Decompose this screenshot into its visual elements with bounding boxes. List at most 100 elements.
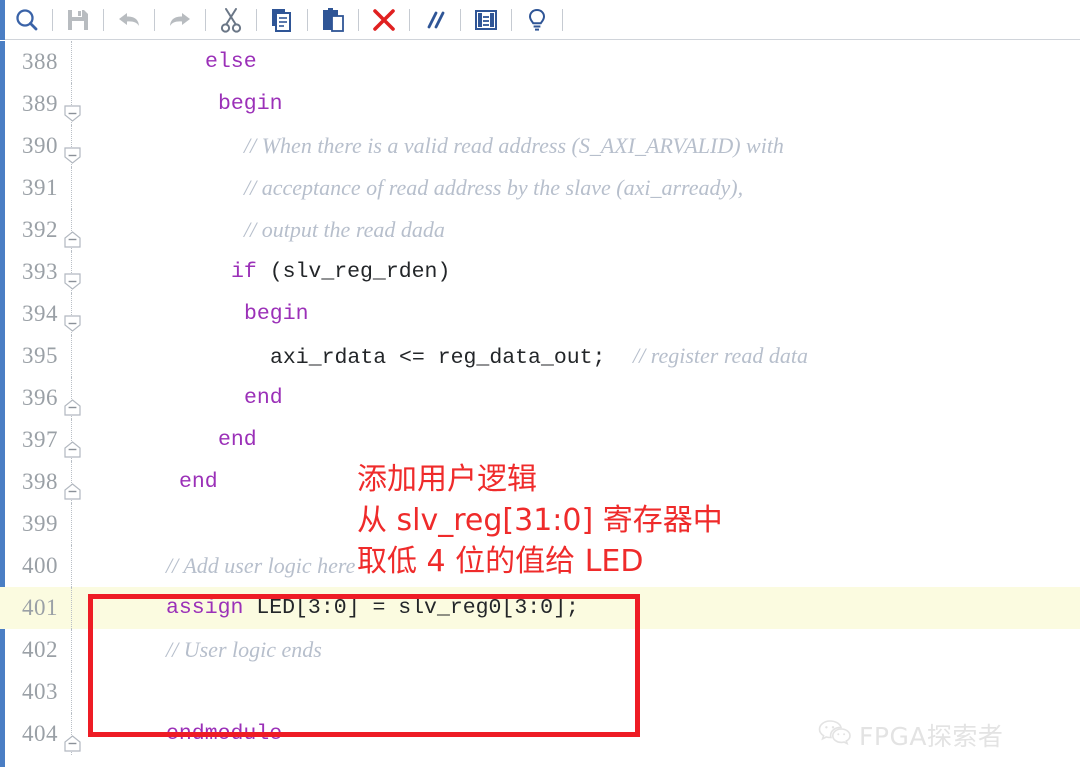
toolbar-separator [154, 8, 155, 31]
save-icon [66, 8, 90, 32]
code-line[interactable]: 392 // output the read dada [0, 209, 1080, 251]
code-token-cmt: // acceptance of read address by the sla… [244, 175, 744, 200]
indent-guide [71, 167, 72, 209]
code-editor-pane[interactable]: 388 else 389 begin 390 // When there is a val… [0, 41, 1080, 767]
code-token-kw: end [179, 470, 218, 494]
indent-guide [71, 503, 72, 545]
line-number: 394 [22, 301, 58, 326]
code-line[interactable]: 393 if (slv_reg_rden) [0, 251, 1080, 293]
fold-end-icon[interactable] [64, 222, 81, 248]
redo-button[interactable] [158, 2, 202, 38]
code-text: end [244, 377, 283, 419]
code-line[interactable]: 391 // acceptance of read address by the … [0, 167, 1080, 209]
toolbar-separator [562, 8, 563, 31]
undo-icon [116, 9, 142, 31]
code-text: // acceptance of read address by the sla… [244, 167, 743, 211]
copy-button[interactable] [260, 2, 304, 38]
show-columns-button[interactable] [464, 2, 508, 38]
close-icon [371, 7, 397, 33]
search-icon [14, 7, 40, 33]
line-number: 398 [22, 469, 58, 494]
toolbar-separator [205, 8, 206, 31]
code-token-cmt: // User logic ends [166, 637, 322, 662]
code-editor-window: 388 else 389 begin 390 // When there is a val… [0, 0, 1080, 767]
fold-end-icon[interactable] [64, 390, 81, 416]
code-text: // output the read dada [244, 209, 445, 253]
line-number: 392 [22, 217, 58, 242]
toolbar-separator [103, 8, 104, 31]
code-line[interactable]: 389 begin [0, 83, 1080, 125]
code-line[interactable]: 390 // When there is a valid read address… [0, 125, 1080, 167]
toolbar-separator [358, 8, 359, 31]
code-line[interactable]: 404 endmodule [0, 713, 1080, 755]
code-token-cmt: // output the read dada [244, 217, 445, 242]
code-token-kw: assign [166, 596, 244, 620]
line-number: 401 [22, 595, 58, 620]
code-text: begin [244, 293, 309, 335]
cut-button[interactable] [209, 2, 253, 38]
indent-guide [71, 545, 72, 587]
paste-button[interactable] [311, 2, 355, 38]
code-line[interactable]: 396 end [0, 377, 1080, 419]
indent-guide [71, 587, 72, 629]
code-text: begin [218, 83, 283, 125]
code-line[interactable]: 395 axi_rdata <= reg_data_out; // registe… [0, 335, 1080, 377]
search-button[interactable] [5, 2, 49, 38]
code-text: else [205, 41, 257, 83]
indent-guide [71, 629, 72, 671]
fold-end-icon[interactable] [64, 474, 81, 500]
code-token-kw: begin [244, 302, 309, 326]
toggle-comment-button[interactable] [413, 2, 457, 38]
toolbar-separator [307, 8, 308, 31]
copy-icon [270, 7, 294, 33]
indent-guide [71, 41, 72, 83]
code-line[interactable]: 397 end [0, 419, 1080, 461]
code-text: endmodule [166, 713, 282, 755]
code-text: end [179, 461, 218, 503]
indent-guide [71, 335, 72, 377]
code-token-cmt: // register read data [605, 343, 808, 368]
redo-icon [167, 9, 193, 31]
line-number: 403 [22, 679, 58, 704]
code-token-kw: end [244, 386, 283, 410]
code-line[interactable]: 403 [0, 671, 1080, 713]
fold-end-icon[interactable] [64, 432, 81, 458]
line-number: 391 [22, 175, 58, 200]
toolbar-separator [511, 8, 512, 31]
code-lines-container[interactable]: 388 else 389 begin 390 // When there is a val… [0, 41, 1080, 755]
hints-button[interactable] [515, 2, 559, 38]
columns-icon [474, 8, 498, 32]
code-text: // When there is a valid read address (S… [244, 125, 784, 169]
code-line[interactable]: 388 else [0, 41, 1080, 83]
save-button[interactable] [56, 2, 100, 38]
fold-start-icon[interactable] [64, 264, 81, 290]
undo-button[interactable] [107, 2, 151, 38]
fold-start-icon[interactable] [64, 138, 81, 164]
comment-slashes-icon [422, 8, 448, 32]
code-token-cmt: // When there is a valid read address (S… [244, 133, 784, 158]
code-line[interactable]: 399 [0, 503, 1080, 545]
line-number: 396 [22, 385, 58, 410]
fold-start-icon[interactable] [64, 96, 81, 122]
indent-guide [71, 671, 72, 713]
toolbar-separator [409, 8, 410, 31]
delete-button[interactable] [362, 2, 406, 38]
fold-end-icon[interactable] [64, 726, 81, 752]
code-line[interactable]: 402 // User logic ends [0, 629, 1080, 671]
fold-start-icon[interactable] [64, 306, 81, 332]
code-line[interactable]: 394 begin [0, 293, 1080, 335]
code-token-kw: if [231, 260, 257, 284]
code-line[interactable]: 401 assign LED[3:0] = slv_reg0[3:0]; [0, 587, 1080, 629]
line-number: 402 [22, 637, 58, 662]
code-token-idn: (slv_reg_rden) [256, 260, 451, 284]
code-text: assign LED[3:0] = slv_reg0[3:0]; [166, 587, 579, 629]
line-number: 397 [22, 427, 58, 452]
code-token-kw: end [218, 428, 257, 452]
code-line[interactable]: 398 end [0, 461, 1080, 503]
cut-icon [219, 7, 243, 33]
line-number: 389 [22, 91, 58, 116]
code-text: // Add user logic here [166, 545, 355, 589]
line-number: 404 [22, 721, 58, 746]
code-line[interactable]: 400 // Add user logic here [0, 545, 1080, 587]
toolbar-separator [460, 8, 461, 31]
